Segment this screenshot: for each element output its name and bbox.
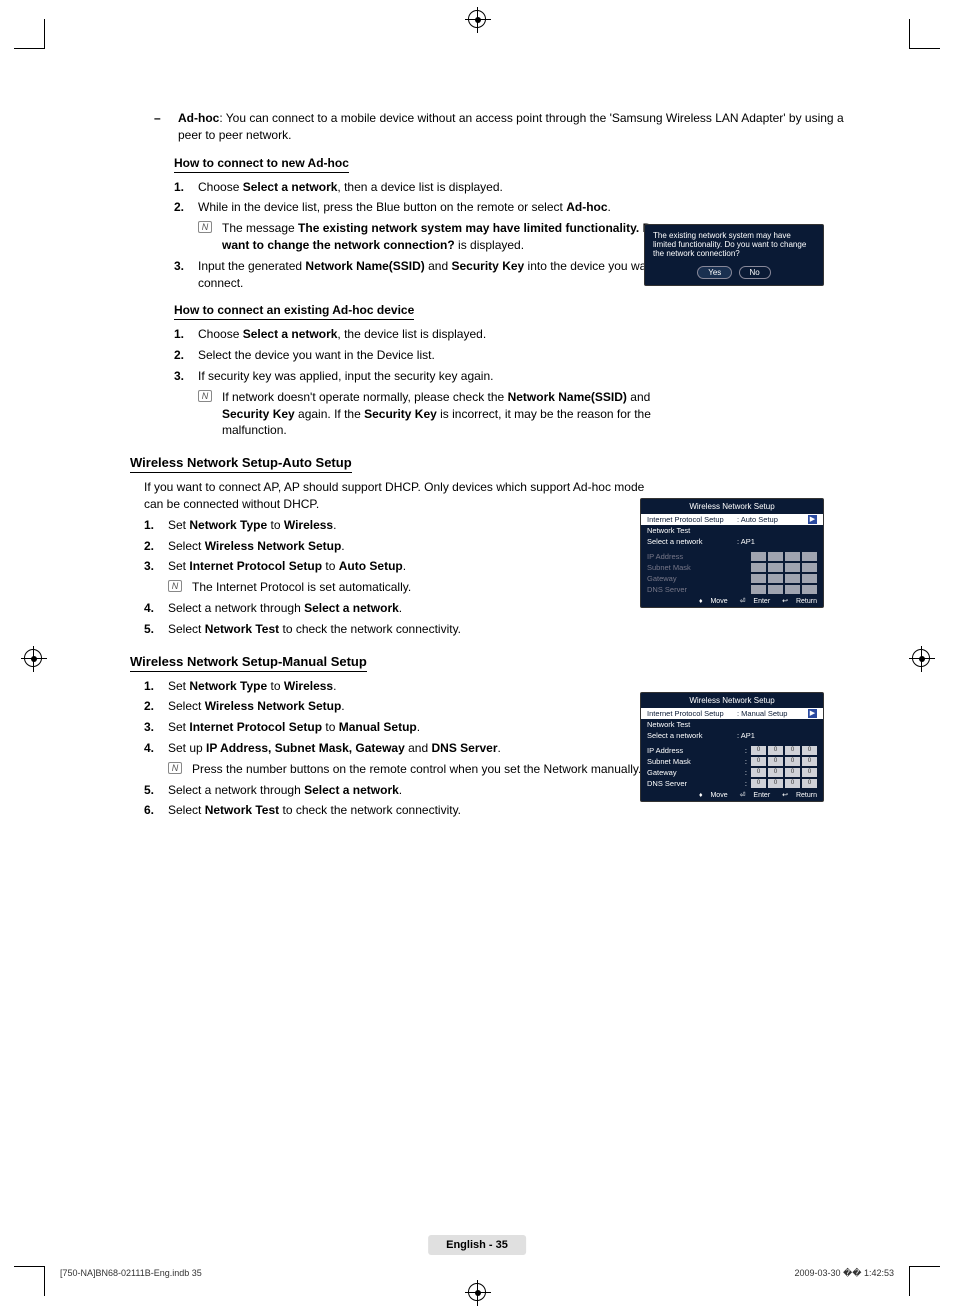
dialog-message: The existing network system may have lim… (653, 231, 815, 258)
tv-row-ipaddr[interactable]: IP Address:0000 (641, 745, 823, 756)
list-item: 1.Choose Select a network, the device li… (174, 326, 684, 343)
auto-setup-lead: If you want to connect AP, AP should sup… (144, 479, 654, 513)
tv-wireless-setup-auto: Wireless Network Setup Internet Protocol… (640, 498, 824, 608)
new-adhoc-heading: How to connect to new Ad-hoc (174, 156, 349, 173)
tv-footer: ♦ Move⏎ Enter↩ Return (641, 789, 823, 801)
chevron-right-icon: ▶ (808, 515, 817, 524)
tv-row-dns[interactable]: DNS Server:0000 (641, 778, 823, 789)
tv-footer: ♦ Move⏎ Enter↩ Return (641, 595, 823, 607)
list-item: 4.Select a network through Select a netw… (144, 600, 654, 617)
list-item: 3.Input the generated Network Name(SSID)… (174, 258, 684, 292)
tv-row-ntest[interactable]: Network Test (641, 719, 823, 730)
tv-row-gateway: Gateway (641, 573, 823, 584)
tv-row-ips[interactable]: Internet Protocol Setup: Auto Setup▶ (641, 514, 823, 525)
note-icon (168, 762, 182, 774)
list-item: 5.Select Network Test to check the netwo… (144, 621, 654, 638)
doc-footer: [750-NA]BN68-02111B-Eng.indb 35 2009-03-… (60, 1268, 894, 1279)
enter-icon: ⏎ (740, 792, 746, 799)
chevron-right-icon: ▶ (808, 709, 817, 718)
return-icon: ↩ (782, 792, 788, 799)
exist-adhoc-heading: How to connect an existing Ad-hoc device (174, 303, 414, 320)
yes-button[interactable]: Yes (697, 266, 732, 279)
no-button[interactable]: No (739, 266, 771, 279)
note-icon (198, 221, 212, 233)
note-icon (168, 580, 182, 592)
list-item: 2.While in the device list, press the Bl… (174, 199, 684, 253)
doc-file: [750-NA]BN68-02111B-Eng.indb 35 (60, 1268, 202, 1279)
doc-timestamp: 2009-03-30 �� 1:42:53 (794, 1268, 894, 1279)
tv-row-dns: DNS Server (641, 584, 823, 595)
note-item: The message The existing network system … (198, 220, 684, 254)
list-item: 6.Select Network Test to check the netwo… (144, 802, 844, 819)
diamond-icon: ♦ (699, 792, 703, 799)
page-number: English - 35 (428, 1235, 526, 1255)
tv-row-subnet[interactable]: Subnet Mask:0000 (641, 756, 823, 767)
note-item: If network doesn't operate normally, ple… (198, 389, 684, 439)
tv-row-gateway[interactable]: Gateway:0000 (641, 767, 823, 778)
list-item: 2.Select the device you want in the Devi… (174, 347, 684, 364)
note-icon (198, 390, 212, 402)
list-item: 1.Set Network Type to Wireless. (144, 517, 654, 534)
adhoc-desc: : You can connect to a mobile device wit… (178, 111, 844, 142)
return-icon: ↩ (782, 598, 788, 605)
tv-row-ipaddr: IP Address (641, 551, 823, 562)
tv-row-ips[interactable]: Internet Protocol Setup: Manual Setup▶ (641, 708, 823, 719)
enter-icon: ⏎ (740, 598, 746, 605)
tv-title: Wireless Network Setup (641, 499, 823, 514)
tv-title: Wireless Network Setup (641, 693, 823, 708)
list-item: 3.If security key was applied, input the… (174, 368, 684, 439)
tv-dialog-change-connection: The existing network system may have lim… (644, 224, 824, 286)
tv-wireless-setup-manual: Wireless Network Setup Internet Protocol… (640, 692, 824, 802)
tv-row-selnet[interactable]: Select a network: AP1 (641, 730, 823, 741)
diamond-icon: ♦ (699, 598, 703, 605)
auto-setup-heading: Wireless Network Setup-Auto Setup (130, 455, 352, 473)
list-item: 3.Set Internet Protocol Setup to Auto Se… (144, 558, 654, 596)
adhoc-label: Ad-hoc (178, 111, 219, 125)
adhoc-intro: Ad-hoc: You can connect to a mobile devi… (154, 110, 854, 144)
note-item: The Internet Protocol is set automatical… (168, 579, 654, 596)
tv-row-subnet: Subnet Mask (641, 562, 823, 573)
tv-row-ntest[interactable]: Network Test (641, 525, 823, 536)
list-item: 1.Choose Select a network, then a device… (174, 179, 684, 196)
list-item: 2.Select Wireless Network Setup. (144, 538, 654, 555)
manual-setup-heading: Wireless Network Setup-Manual Setup (130, 654, 367, 672)
tv-row-selnet[interactable]: Select a network: AP1 (641, 536, 823, 547)
